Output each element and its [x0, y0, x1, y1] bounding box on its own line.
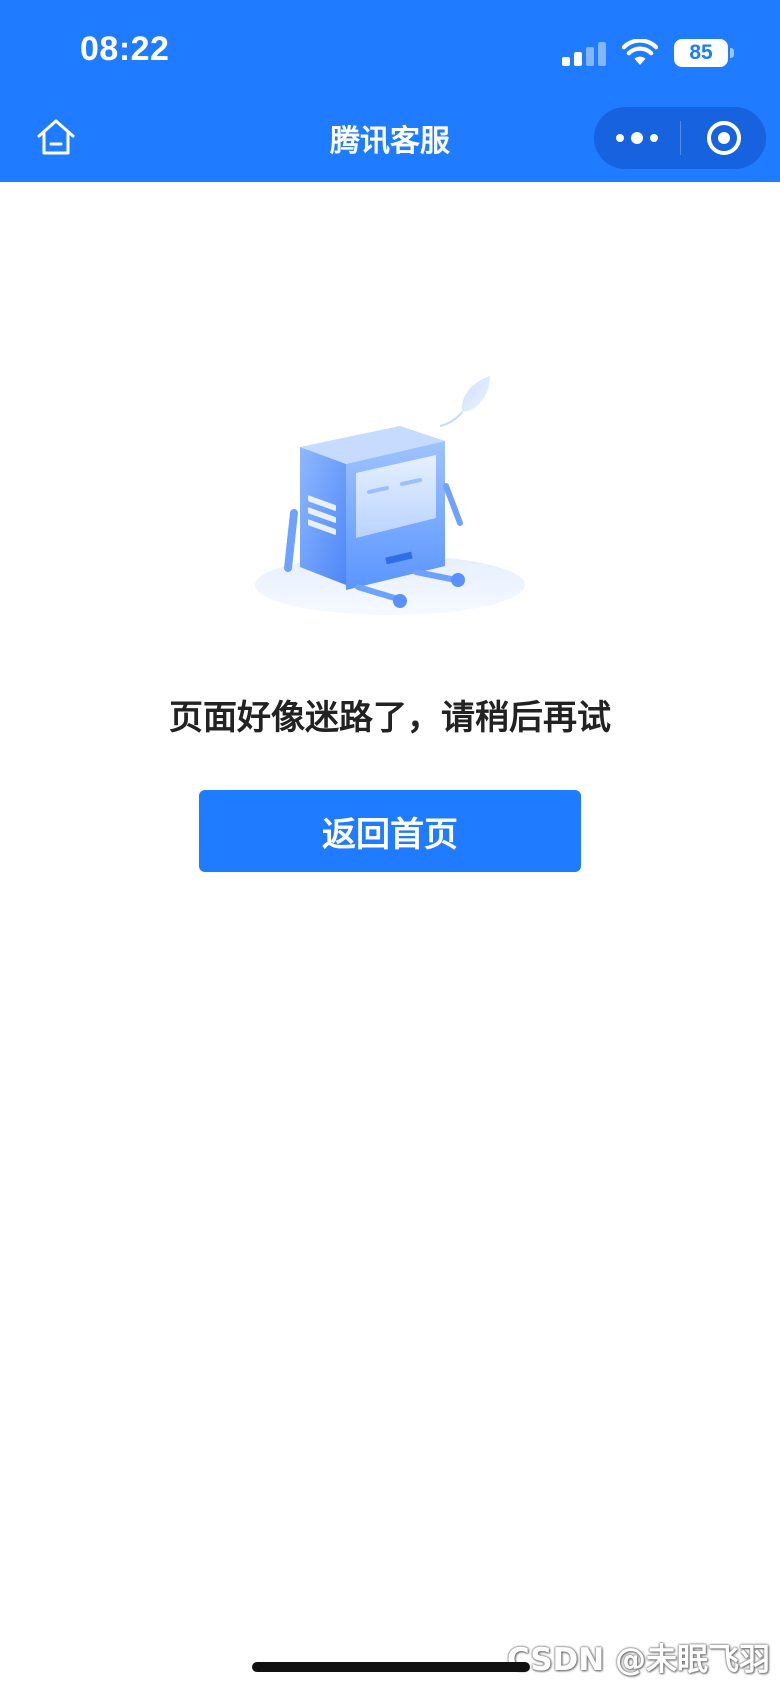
close-button[interactable] — [681, 107, 766, 169]
signal-icon — [562, 40, 606, 66]
home-indicator[interactable] — [252, 1662, 530, 1672]
signal-bar — [562, 57, 570, 66]
battery-tip — [730, 48, 734, 58]
wifi-icon — [622, 39, 658, 65]
back-home-button[interactable]: 返回首页 — [199, 790, 581, 872]
signal-bar — [598, 42, 606, 66]
leaf-stem — [439, 411, 463, 427]
battery-level: 85 — [689, 41, 713, 64]
top-bar: 08:22 85 腾讯客服 — [0, 0, 780, 182]
robot-arm — [284, 509, 298, 572]
more-dots-icon — [616, 134, 624, 142]
close-circle-core — [717, 132, 730, 144]
robot-arm — [443, 483, 463, 526]
signal-bar — [574, 52, 582, 66]
more-dots-icon — [631, 132, 643, 144]
robot-foot — [393, 594, 407, 608]
leaf-icon — [461, 376, 490, 412]
error-message: 页面好像迷路了，请稍后再试 — [169, 698, 611, 738]
status-time: 08:22 — [80, 30, 170, 68]
lost-robot-illustration — [255, 376, 525, 615]
more-dots-icon — [650, 134, 658, 142]
more-button[interactable] — [594, 107, 680, 169]
robot-foot — [451, 573, 465, 587]
battery-icon: 85 — [674, 39, 734, 67]
close-circle-icon — [706, 121, 741, 155]
watermark: CSDN @未眠飞羽 — [506, 1642, 770, 1678]
status-icons: 85 — [562, 36, 734, 70]
mini-program-capsule — [594, 107, 766, 169]
signal-bar — [586, 47, 594, 66]
